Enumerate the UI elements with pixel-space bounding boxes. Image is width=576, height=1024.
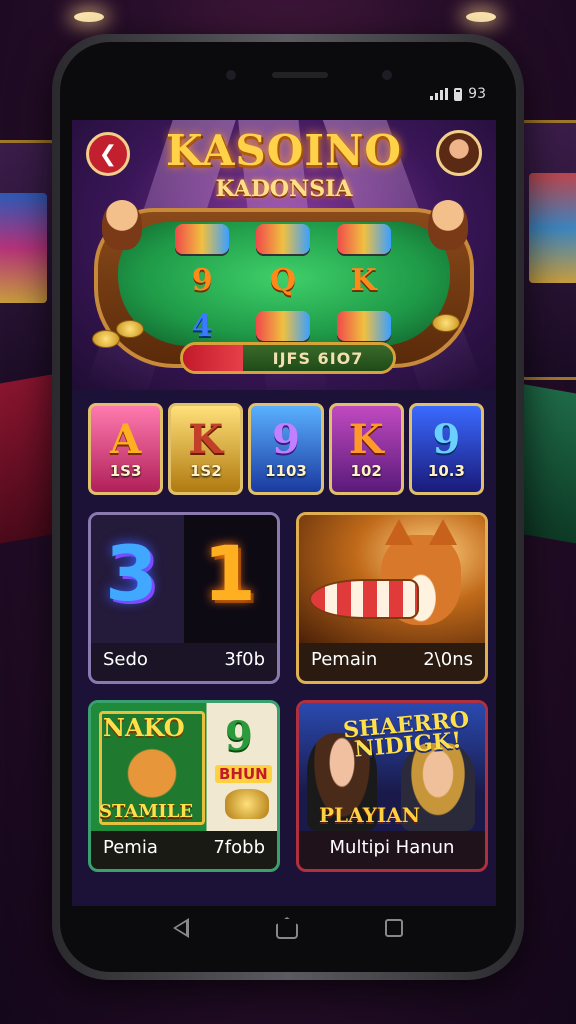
reel-symbol xyxy=(255,224,310,254)
profile-avatar[interactable] xyxy=(436,130,482,176)
hero-banner[interactable]: 9 Q K 4 KASOINO KADONSIA ❮ IJFS 6IO7 xyxy=(72,120,496,390)
home-icon[interactable] xyxy=(275,917,298,939)
status-bar: 93 xyxy=(430,86,486,102)
game-name: Sedo xyxy=(103,648,148,670)
reel-symbol xyxy=(336,311,391,341)
reel-grid: 9 Q K 4 xyxy=(167,224,399,346)
art-subtitle: STAMILE xyxy=(99,801,194,822)
game-art: SHAERRO NIDIGK! PLAYIAN xyxy=(299,703,485,831)
jackpot-label: IJFS 6IO7 xyxy=(243,345,393,371)
game-name: Pemain xyxy=(311,648,378,670)
gold-bell-icon xyxy=(225,789,269,819)
tile-letter: 9 xyxy=(432,416,461,463)
symbol-tiles: A 1S3 K 1S2 9 1103 K 102 9 10.3 xyxy=(88,403,485,495)
pill-indicator xyxy=(183,345,243,371)
recent-apps-icon[interactable] xyxy=(384,919,403,937)
tile-number: 1103 xyxy=(265,462,307,480)
reel-symbol: 9 xyxy=(191,262,213,298)
game-name: Pemia xyxy=(103,836,158,858)
character-left xyxy=(102,200,142,250)
tile-number: 1S2 xyxy=(189,462,222,480)
app-title: KASOINO xyxy=(166,126,402,175)
coin xyxy=(92,330,120,348)
phone-bezel: 93 9QK4 KASOINO KADONSIA ❮ IJFS 6IO7 A 1… xyxy=(60,42,516,972)
reel-symbol: Q xyxy=(269,262,297,298)
jackpot-pill[interactable]: IJFS 6IO7 xyxy=(180,342,396,374)
game-card-pemia[interactable]: NAKO STAMILE 9 BHUN Pemia 7fobb xyxy=(88,700,280,872)
art-tag: PLAYIAN xyxy=(319,803,421,827)
background-slot-machine xyxy=(516,120,576,380)
background-slot-machine xyxy=(0,140,60,400)
horn-prop xyxy=(309,579,419,619)
game-card-multiplayer[interactable]: SHAERRO NIDIGK! PLAYIAN Multipi Hanun xyxy=(296,700,488,872)
character-right xyxy=(428,200,468,250)
sensor xyxy=(382,70,392,80)
art-digit: 3 xyxy=(105,529,158,618)
back-arrow-icon: ❮ xyxy=(98,141,118,167)
earpiece-speaker xyxy=(272,72,328,78)
tile-letter: K xyxy=(188,416,224,463)
tile-letter: K xyxy=(348,416,384,463)
phone-frame: 93 9QK4 KASOINO KADONSIA ❮ IJFS 6IO7 A 1… xyxy=(52,34,524,980)
art-digit: 1 xyxy=(203,529,256,618)
tile-4[interactable]: K 102 xyxy=(328,403,404,495)
reel-symbol: 4 xyxy=(191,308,213,344)
chip-stack-icon xyxy=(336,224,391,254)
tile-number: 102 xyxy=(350,462,382,480)
system-nav-bar xyxy=(60,900,516,956)
tile-number: 10.3 xyxy=(427,462,465,480)
game-value: 3f0b xyxy=(224,648,265,670)
back-button[interactable]: ❮ xyxy=(86,132,130,176)
ceiling-light xyxy=(74,12,104,22)
tile-1[interactable]: A 1S3 xyxy=(88,403,164,495)
game-art: NAKO STAMILE 9 BHUN xyxy=(91,703,277,831)
game-value: 7fobb xyxy=(213,836,265,858)
reel-symbol: K xyxy=(350,262,377,298)
game-value: 2\0ns xyxy=(423,648,473,670)
tile-letter: 9 xyxy=(272,416,300,463)
game-card-pemain[interactable]: Pemain 2\0ns xyxy=(296,512,488,684)
coin xyxy=(116,320,144,338)
art-tag: BHUN xyxy=(215,765,272,783)
app-subtitle: KADONSIA xyxy=(215,176,353,202)
chip-stack-icon xyxy=(255,311,310,341)
coin xyxy=(432,314,460,332)
app-screen: 9 Q K 4 KASOINO KADONSIA ❮ IJFS 6IO7 A 1S3 K… xyxy=(72,120,496,906)
chip-stack-icon xyxy=(255,224,310,254)
chip-stack-icon xyxy=(175,224,230,254)
art-digit: 9 xyxy=(225,713,253,760)
tile-2[interactable]: K 1S2 xyxy=(168,403,244,495)
tile-letter: A xyxy=(110,416,142,463)
tile-3[interactable]: 9 1103 xyxy=(248,403,324,495)
game-art: 3 1 xyxy=(91,515,277,643)
game-name: Multipi Hanun xyxy=(329,836,455,858)
signal-icon xyxy=(430,88,449,100)
art-title: NAKO xyxy=(103,713,185,742)
game-art xyxy=(299,515,485,643)
tile-number: 1S3 xyxy=(109,462,142,480)
back-triangle-icon[interactable] xyxy=(173,918,190,938)
reel-symbol xyxy=(336,224,391,254)
tile-5[interactable]: 9 10.3 xyxy=(408,403,485,495)
status-time: 93 xyxy=(468,86,486,102)
reel-symbol xyxy=(255,311,310,341)
front-camera xyxy=(226,70,236,80)
reel-symbol xyxy=(175,224,230,254)
ceiling-light xyxy=(466,12,496,22)
chip-stack-icon xyxy=(336,311,391,341)
game-card-sedo[interactable]: 3 1 Sedo 3f0b xyxy=(88,512,280,684)
battery-icon xyxy=(454,87,463,101)
